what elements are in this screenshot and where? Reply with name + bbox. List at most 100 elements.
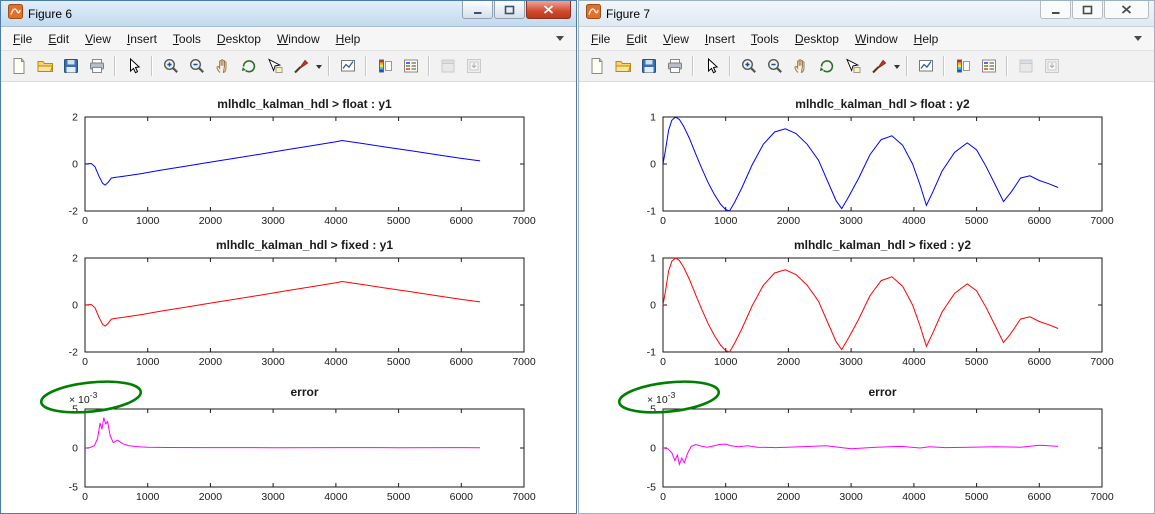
x-tick-label: 3000 xyxy=(839,356,863,368)
menu-items: FileEditViewInsertToolsDesktopWindowHelp xyxy=(5,30,368,48)
chart-fixed-y2: mlhdlc_kalman_hdl > fixed : y20100020003… xyxy=(585,236,1150,368)
print-icon[interactable] xyxy=(84,54,109,79)
x-tick-label: 3000 xyxy=(261,215,285,227)
menu-item-window[interactable]: Window xyxy=(269,30,328,48)
figure-icon xyxy=(586,4,601,24)
menu-item-file[interactable]: File xyxy=(583,30,618,48)
new-icon[interactable] xyxy=(584,54,609,79)
chart-error-y2: error01000200030004000500060007000-505× … xyxy=(585,377,1150,503)
open-icon[interactable] xyxy=(32,54,57,79)
x-tick-label: 0 xyxy=(82,491,88,503)
dock-figure-icon[interactable] xyxy=(461,54,486,79)
save-icon[interactable] xyxy=(636,54,661,79)
menu-item-edit[interactable]: Edit xyxy=(618,30,655,48)
chart-error-y1: error01000200030004000500060007000-505× … xyxy=(7,377,572,503)
x-tick-label: 7000 xyxy=(1090,215,1114,227)
insert-colorbar-icon[interactable] xyxy=(372,54,397,79)
brush-icon[interactable] xyxy=(288,54,313,79)
menu-overflow-icon[interactable] xyxy=(556,36,564,45)
menu-item-view[interactable]: View xyxy=(655,30,697,48)
pointer-icon[interactable] xyxy=(121,54,146,79)
link-plot-icon[interactable] xyxy=(335,54,360,79)
menu-item-desktop[interactable]: Desktop xyxy=(209,30,269,48)
toolbar-separator xyxy=(151,56,153,76)
minimize-button[interactable] xyxy=(462,1,493,19)
menu-item-tools[interactable]: Tools xyxy=(743,30,787,48)
minimize-button[interactable] xyxy=(1040,1,1071,19)
chart-title: mlhdlc_kalman_hdl > fixed : y2 xyxy=(794,238,971,252)
data-cursor-icon[interactable] xyxy=(840,54,865,79)
titlebar[interactable]: Figure 6 xyxy=(1,1,576,27)
x-tick-label: 6000 xyxy=(450,491,474,503)
x-tick-label: 0 xyxy=(660,491,666,503)
maximize-button[interactable] xyxy=(494,1,525,19)
menu-item-help[interactable]: Help xyxy=(328,30,369,48)
titlebar[interactable]: Figure 7 xyxy=(579,1,1154,27)
x-tick-label: 5000 xyxy=(965,491,989,503)
open-icon[interactable] xyxy=(610,54,635,79)
hide-plot-tools-icon[interactable] xyxy=(1013,54,1038,79)
axes-box xyxy=(663,117,1102,211)
print-icon[interactable] xyxy=(662,54,687,79)
x-tick-label: 4000 xyxy=(324,215,348,227)
pan-icon[interactable] xyxy=(210,54,235,79)
toolbar xyxy=(579,51,1154,82)
close-button[interactable] xyxy=(1104,1,1149,19)
new-icon[interactable] xyxy=(6,54,31,79)
zoom-in-icon[interactable] xyxy=(736,54,761,79)
insert-legend-icon[interactable] xyxy=(398,54,423,79)
y-tick-label: 2 xyxy=(72,253,78,265)
window-controls xyxy=(1040,1,1154,19)
y-tick-label: 0 xyxy=(72,300,78,312)
toolbar-separator xyxy=(114,56,116,76)
pointer-icon[interactable] xyxy=(699,54,724,79)
menu-item-edit[interactable]: Edit xyxy=(40,30,77,48)
menu-item-view[interactable]: View xyxy=(77,30,119,48)
toolbar-separator xyxy=(729,56,731,76)
hide-plot-tools-icon[interactable] xyxy=(435,54,460,79)
figure-canvas: mlhdlc_kalman_hdl > float : y10100020003… xyxy=(1,82,576,513)
data-cursor-icon[interactable] xyxy=(262,54,287,79)
zoom-out-icon[interactable] xyxy=(762,54,787,79)
pan-icon[interactable] xyxy=(788,54,813,79)
menu-item-insert[interactable]: Insert xyxy=(697,30,743,48)
y-tick-label: 0 xyxy=(650,159,656,171)
chart-title: mlhdlc_kalman_hdl > float : y1 xyxy=(217,97,392,111)
window-title: Figure 6 xyxy=(28,7,72,21)
x-tick-label: 5000 xyxy=(965,356,989,368)
x-tick-label: 7000 xyxy=(512,356,536,368)
maximize-button[interactable] xyxy=(1072,1,1103,19)
x-tick-label: 6000 xyxy=(450,215,474,227)
menu-overflow-icon[interactable] xyxy=(1134,36,1142,45)
zoom-out-icon[interactable] xyxy=(184,54,209,79)
insert-colorbar-icon[interactable] xyxy=(950,54,975,79)
figure-window-7: Figure 7 FileEditViewInsertToolsDesktopW… xyxy=(578,0,1155,514)
menu-item-tools[interactable]: Tools xyxy=(165,30,209,48)
insert-legend-icon[interactable] xyxy=(976,54,1001,79)
menu-item-desktop[interactable]: Desktop xyxy=(787,30,847,48)
y-tick-label: 0 xyxy=(650,443,656,455)
brush-icon[interactable] xyxy=(866,54,891,79)
dock-figure-icon[interactable] xyxy=(1039,54,1064,79)
zoom-in-icon[interactable] xyxy=(158,54,183,79)
save-icon[interactable] xyxy=(58,54,83,79)
close-button[interactable] xyxy=(526,1,571,19)
x-tick-label: 1000 xyxy=(714,215,738,227)
y-tick-label: 2 xyxy=(72,112,78,124)
menu-item-help[interactable]: Help xyxy=(906,30,947,48)
x-tick-label: 2000 xyxy=(199,356,223,368)
x-tick-label: 7000 xyxy=(512,215,536,227)
menu-item-window[interactable]: Window xyxy=(847,30,906,48)
desktop: Figure 6 FileEditViewInsertToolsDesktopW… xyxy=(0,0,1155,514)
link-plot-icon[interactable] xyxy=(913,54,938,79)
brush-dropdown-icon[interactable] xyxy=(314,54,323,79)
menu-item-file[interactable]: File xyxy=(5,30,40,48)
rotate-3d-icon[interactable] xyxy=(814,54,839,79)
brush-dropdown-icon[interactable] xyxy=(892,54,901,79)
x-tick-label: 2000 xyxy=(777,356,801,368)
menu-item-insert[interactable]: Insert xyxy=(119,30,165,48)
x-tick-label: 0 xyxy=(660,356,666,368)
rotate-3d-icon[interactable] xyxy=(236,54,261,79)
toolbar-separator xyxy=(1006,56,1008,76)
axes-box xyxy=(663,409,1102,487)
